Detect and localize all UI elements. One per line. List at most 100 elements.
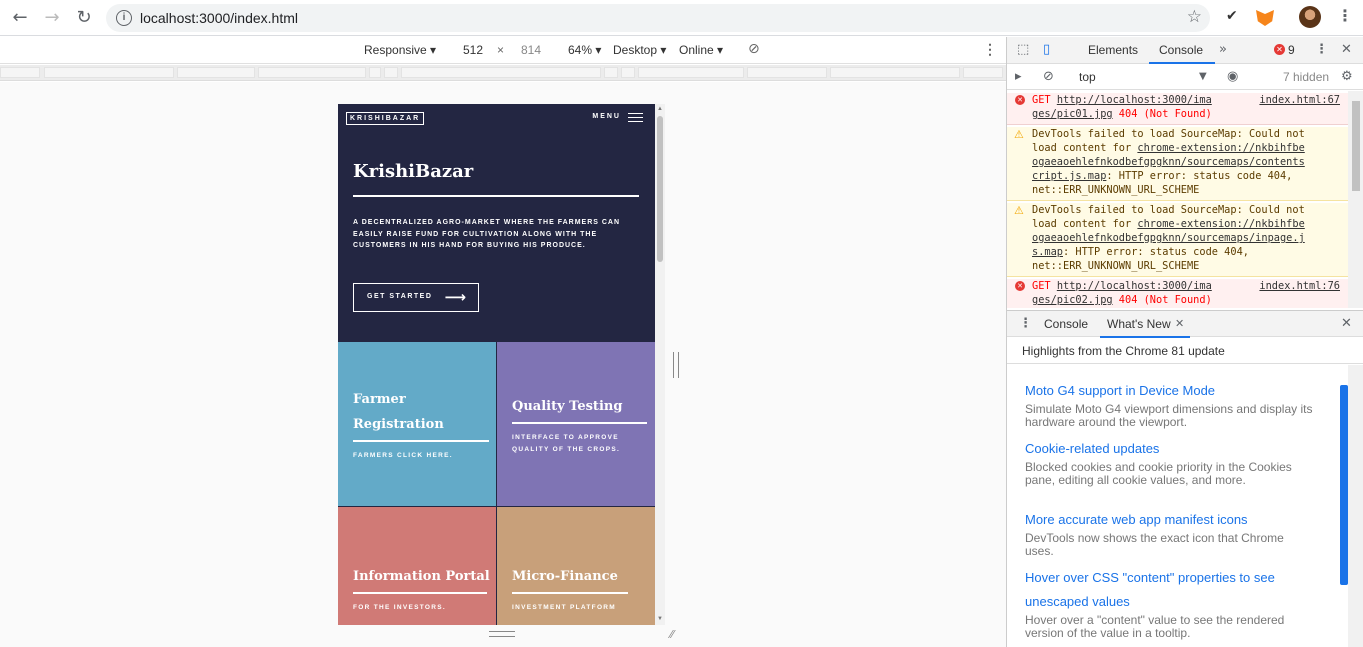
ruler-segment[interactable]: [369, 67, 381, 78]
msg-link[interactable]: cript.js.map: [1032, 170, 1106, 182]
news-description: Hover over a "content" value to see the …: [1025, 613, 1285, 640]
close-drawer-icon[interactable]: ✕: [1341, 316, 1352, 331]
hidden-count[interactable]: 7 hidden: [1283, 70, 1329, 84]
news-item[interactable]: Cookie-related updates Blocked cookies a…: [1025, 437, 1315, 487]
ruler-segment[interactable]: [830, 67, 960, 78]
ruler-segment[interactable]: [258, 67, 366, 78]
news-title[interactable]: Moto G4 support in Device Mode: [1025, 379, 1315, 403]
sidebar-toggle-icon[interactable]: ▸: [1015, 69, 1022, 84]
console-toolbar: ▸ ⊘ top ▼ ◉ 7 hidden ⚙: [1007, 64, 1363, 90]
close-devtools-icon[interactable]: ✕: [1341, 42, 1352, 57]
device-more-icon[interactable]: ⋮: [983, 41, 997, 58]
hamburger-icon[interactable]: [628, 113, 643, 122]
kebab-menu-icon[interactable]: ⋮: [1337, 6, 1353, 25]
news-title[interactable]: Hover over CSS "content" properties to s…: [1025, 566, 1315, 614]
msg-link[interactable]: chrome-extension://nkbihfbe: [1137, 218, 1304, 230]
console-message-warning[interactable]: ⚠ DevTools failed to load SourceMap: Cou…: [1007, 127, 1348, 201]
msg-source-link[interactable]: index.html:76: [1259, 279, 1340, 293]
devtools-tabbar: ⬚ ▯ Elements Console » ✕ 9 ⋮ ✕: [1007, 37, 1363, 64]
network-select[interactable]: Online ▾: [679, 43, 723, 57]
bookmark-star-icon[interactable]: ☆: [1187, 7, 1202, 27]
url-text[interactable]: localhost:3000/index.html: [140, 10, 298, 26]
msg-link[interactable]: http://localhost:3000/ima: [1057, 280, 1212, 292]
ruler-segment[interactable]: [638, 67, 744, 78]
get-started-label: GET STARTED: [367, 293, 433, 300]
close-tab-icon[interactable]: ✕: [1175, 317, 1184, 330]
width-input[interactable]: 512: [463, 43, 483, 57]
drawer-tab-whats-new[interactable]: What's New: [1107, 317, 1171, 331]
devtools-menu-icon[interactable]: ⋮: [1315, 42, 1328, 57]
news-item[interactable]: Hover over CSS "content" properties to s…: [1025, 566, 1315, 640]
scroll-down-icon[interactable]: ▼: [657, 616, 663, 622]
site-logo[interactable]: KRISHIBAZAR: [346, 112, 425, 125]
height-input[interactable]: 814: [521, 43, 541, 57]
msg-link[interactable]: ges/pic02.jpg: [1032, 294, 1113, 306]
zoom-select[interactable]: 64% ▾: [568, 43, 601, 57]
get-started-button[interactable]: GET STARTED ⟶: [353, 283, 479, 312]
metamask-fox-icon[interactable]: [1256, 10, 1274, 26]
msg-method: GET: [1032, 280, 1057, 292]
ruler-segment[interactable]: [604, 67, 618, 78]
avatar[interactable]: [1299, 6, 1321, 28]
tile-micro-finance[interactable]: Micro-Finance INVESTMENT PLATFORM: [497, 507, 655, 625]
ruler-segment[interactable]: [44, 67, 174, 78]
info-icon[interactable]: i: [116, 10, 132, 26]
back-icon[interactable]: ←: [10, 8, 30, 28]
ruler-segment[interactable]: [621, 67, 635, 78]
msg-link[interactable]: ogaeaoehlefnkodbefgpgknn/sourcemaps/inpa…: [1032, 232, 1305, 244]
news-title[interactable]: More accurate web app manifest icons: [1025, 508, 1315, 532]
whats-new-scrollbar[interactable]: [1348, 365, 1363, 647]
console-scrollbar[interactable]: [1348, 91, 1363, 308]
clear-console-icon[interactable]: ⊘: [1043, 69, 1054, 84]
scroll-up-icon[interactable]: ▲: [657, 106, 663, 112]
address-bar[interactable]: i localhost:3000/index.html ☆: [106, 4, 1210, 32]
context-dropdown-icon[interactable]: ▼: [1199, 71, 1207, 82]
more-tabs-icon[interactable]: »: [1219, 42, 1227, 57]
ruler-segment[interactable]: [0, 67, 40, 78]
page-scrollbar[interactable]: ▲ ▼: [655, 104, 665, 625]
ruler-segment[interactable]: [963, 67, 1003, 78]
msg-link[interactable]: chrome-extension://nkbihfbe: [1137, 142, 1304, 154]
scrollbar-thumb[interactable]: [657, 116, 663, 262]
msg-link[interactable]: ogaeaoehlefnkodbefgpgknn/sourcemaps/cont…: [1032, 156, 1305, 168]
drawer-menu-icon[interactable]: ⋮: [1019, 316, 1032, 331]
tile-information-portal[interactable]: Information Portal FOR THE INVESTORS.: [338, 507, 496, 625]
console-settings-gear-icon[interactable]: ⚙: [1341, 69, 1353, 84]
ruler-segment[interactable]: [747, 67, 827, 78]
news-item[interactable]: Moto G4 support in Device Mode Simulate …: [1025, 379, 1315, 429]
ruler-segment[interactable]: [401, 67, 601, 78]
reload-icon[interactable]: ↻: [74, 8, 94, 28]
scrollbar-thumb[interactable]: [1352, 101, 1360, 191]
ruler-segment[interactable]: [177, 67, 255, 78]
error-icon[interactable]: ✕: [1274, 44, 1285, 55]
error-count[interactable]: 9: [1288, 43, 1295, 57]
inspect-element-icon[interactable]: ⬚: [1017, 42, 1029, 57]
device-select[interactable]: Responsive ▾: [364, 43, 436, 57]
resize-handle-right[interactable]: [673, 352, 679, 378]
msg-source-link[interactable]: index.html:67: [1259, 93, 1340, 107]
mode-select[interactable]: Desktop ▾: [613, 43, 666, 57]
context-select[interactable]: top: [1079, 70, 1096, 84]
msg-link[interactable]: s.map: [1032, 246, 1063, 258]
tab-elements[interactable]: Elements: [1088, 43, 1138, 57]
console-message-error[interactable]: ✕ GET http://localhost:3000/ima ges/pic0…: [1007, 279, 1348, 308]
news-title[interactable]: Cookie-related updates: [1025, 437, 1315, 461]
device-toggle-icon[interactable]: ▯: [1043, 42, 1050, 57]
ruler-segment[interactable]: [384, 67, 398, 78]
live-expression-eye-icon[interactable]: ◉: [1227, 69, 1238, 84]
drawer-tab-console[interactable]: Console: [1044, 317, 1088, 331]
resize-corner-icon[interactable]: ⁄⁄: [670, 628, 674, 641]
checkmark-extension-icon[interactable]: ✔: [1226, 8, 1238, 24]
tab-console[interactable]: Console: [1159, 43, 1203, 57]
console-message-error[interactable]: ✕ GET http://localhost:3000/ima ges/pic0…: [1007, 93, 1348, 125]
tile-farmer-registration[interactable]: Farmer Registration FARMERS CLICK HERE.: [338, 342, 496, 506]
news-item[interactable]: More accurate web app manifest icons Dev…: [1025, 508, 1315, 558]
msg-link[interactable]: http://localhost:3000/ima: [1057, 94, 1212, 106]
forward-icon[interactable]: →: [42, 8, 62, 28]
resize-handle-bottom[interactable]: [489, 631, 515, 637]
menu-label[interactable]: MENU: [592, 113, 621, 120]
rotate-icon[interactable]: ⊘: [748, 41, 760, 57]
console-message-warning[interactable]: ⚠ DevTools failed to load SourceMap: Cou…: [1007, 203, 1348, 277]
tile-quality-testing[interactable]: Quality Testing INTERFACE TO APPROVE QUA…: [497, 342, 655, 506]
msg-link[interactable]: ges/pic01.jpg: [1032, 108, 1113, 120]
